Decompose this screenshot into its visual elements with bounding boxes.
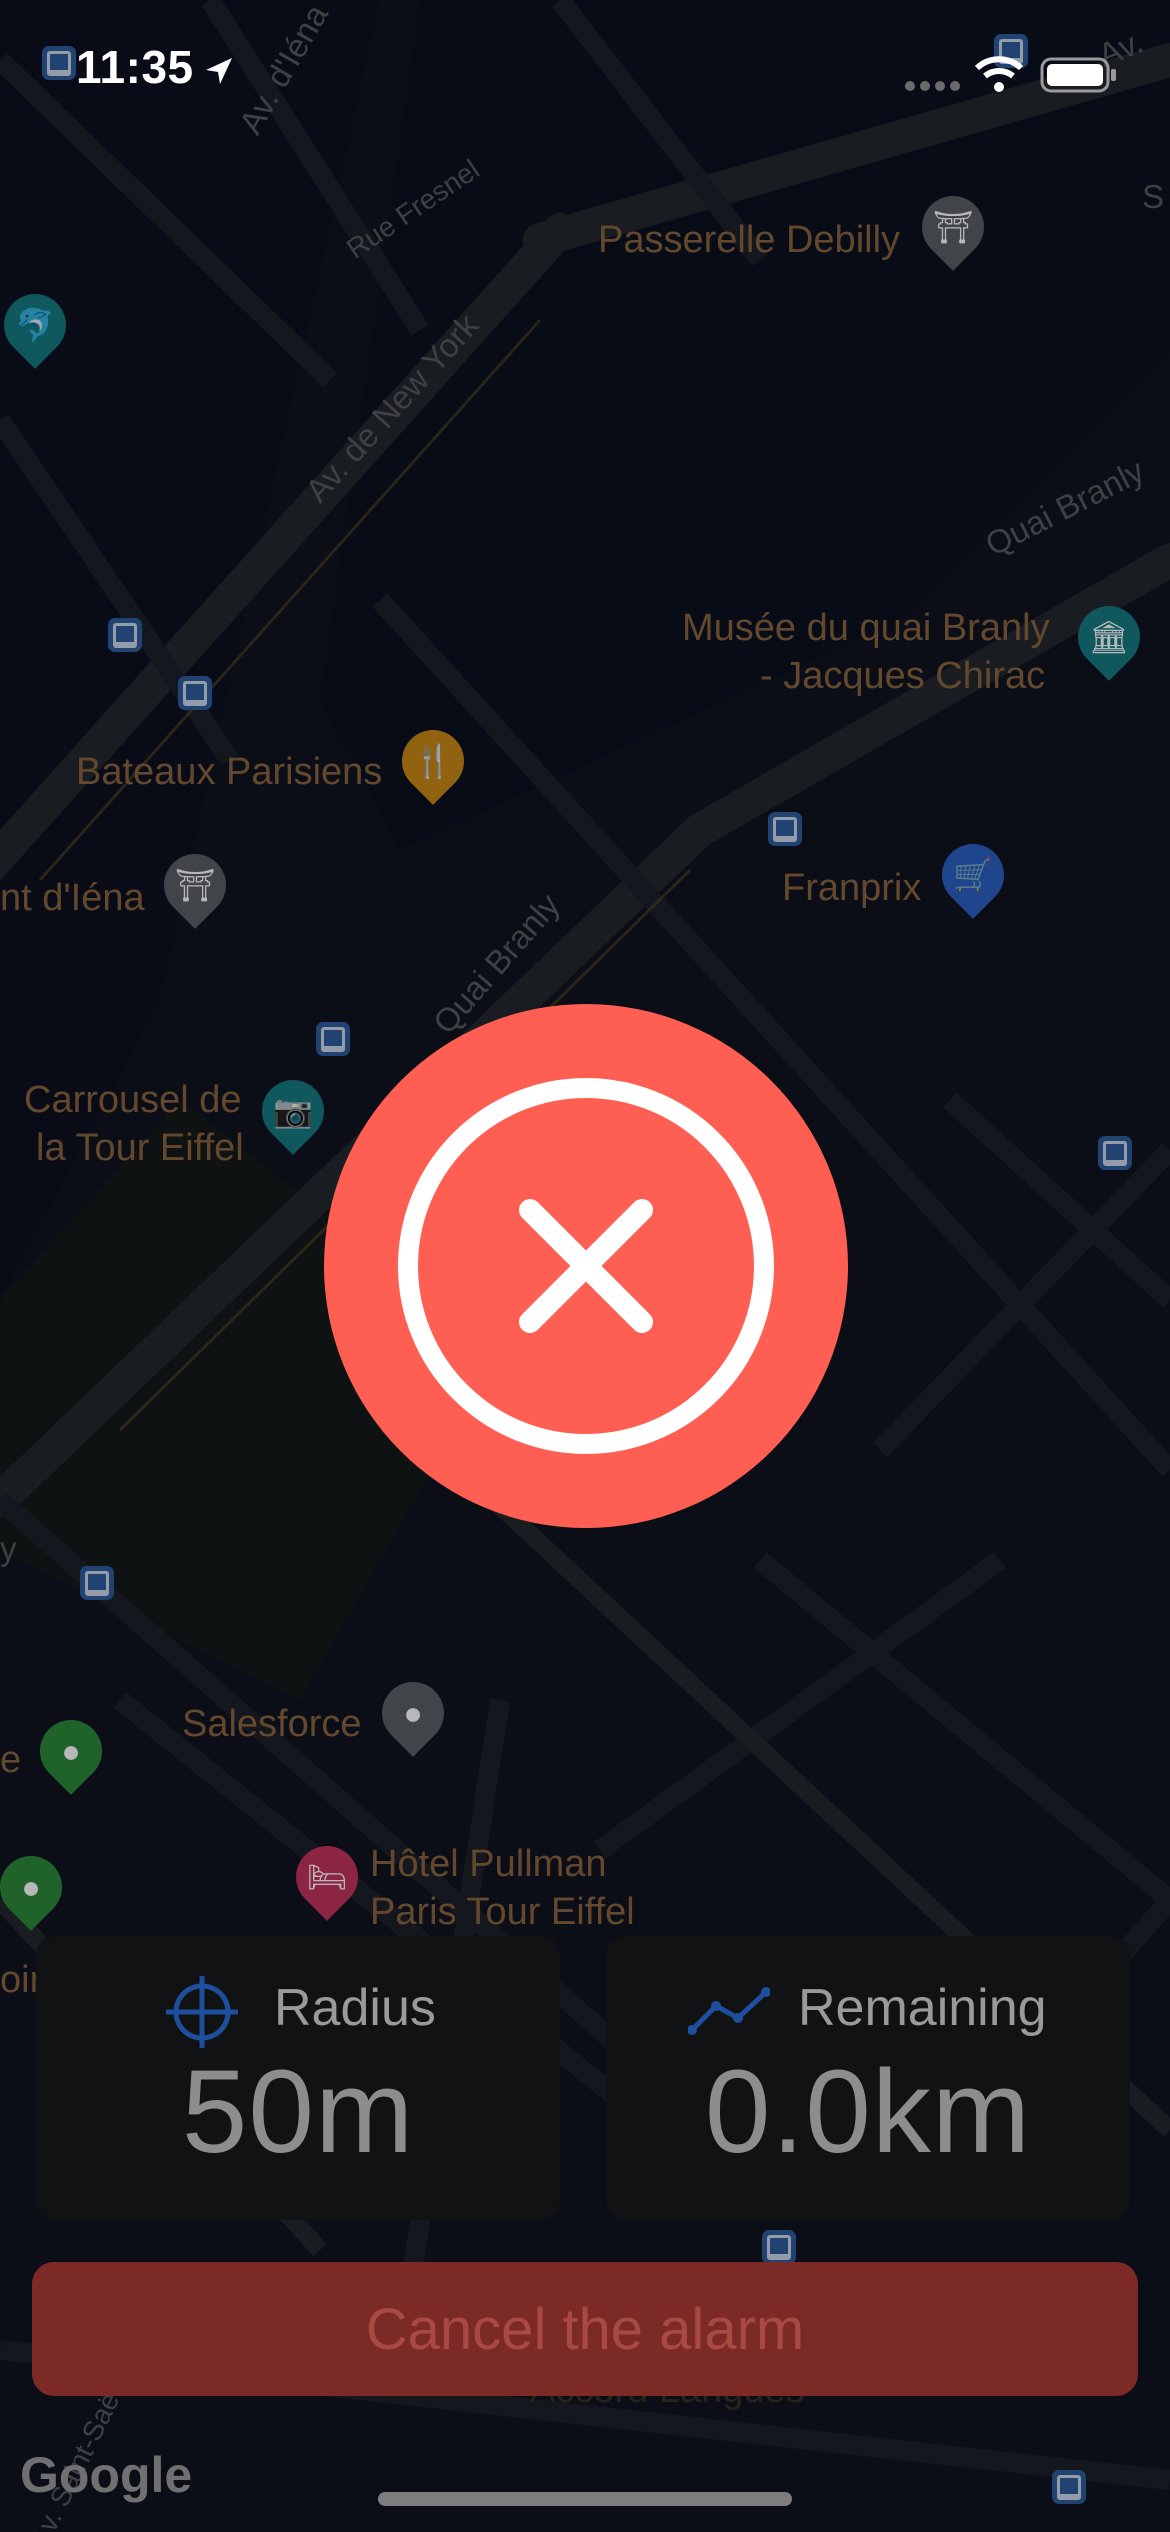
status-time: 11:35	[76, 41, 194, 93]
radius-title: Radius	[274, 1979, 436, 2037]
route-icon	[688, 1987, 770, 2035]
crosshair-icon	[166, 1976, 238, 2048]
remaining-card: Remaining 0.0km	[606, 1936, 1130, 2220]
remaining-title: Remaining	[798, 1979, 1047, 2037]
radius-value: 50m	[181, 2046, 415, 2178]
cancel-alarm-button[interactable]: Cancel the alarm	[32, 2262, 1138, 2396]
status-bar: 11:35	[0, 0, 1170, 150]
app-screen: Av. d'Iéna Rue Fresnel Av. de New York Q…	[0, 0, 1170, 2532]
cellular-signal-icon	[905, 81, 960, 91]
remaining-value: 0.0km	[704, 2046, 1032, 2178]
home-indicator[interactable]	[378, 2492, 792, 2506]
wifi-icon	[974, 56, 1024, 92]
battery-icon	[1040, 57, 1116, 93]
alarm-cancelled-icon[interactable]	[322, 1002, 850, 1530]
location-arrow-icon	[206, 58, 232, 84]
radius-card: Radius 50m	[36, 1936, 560, 2220]
